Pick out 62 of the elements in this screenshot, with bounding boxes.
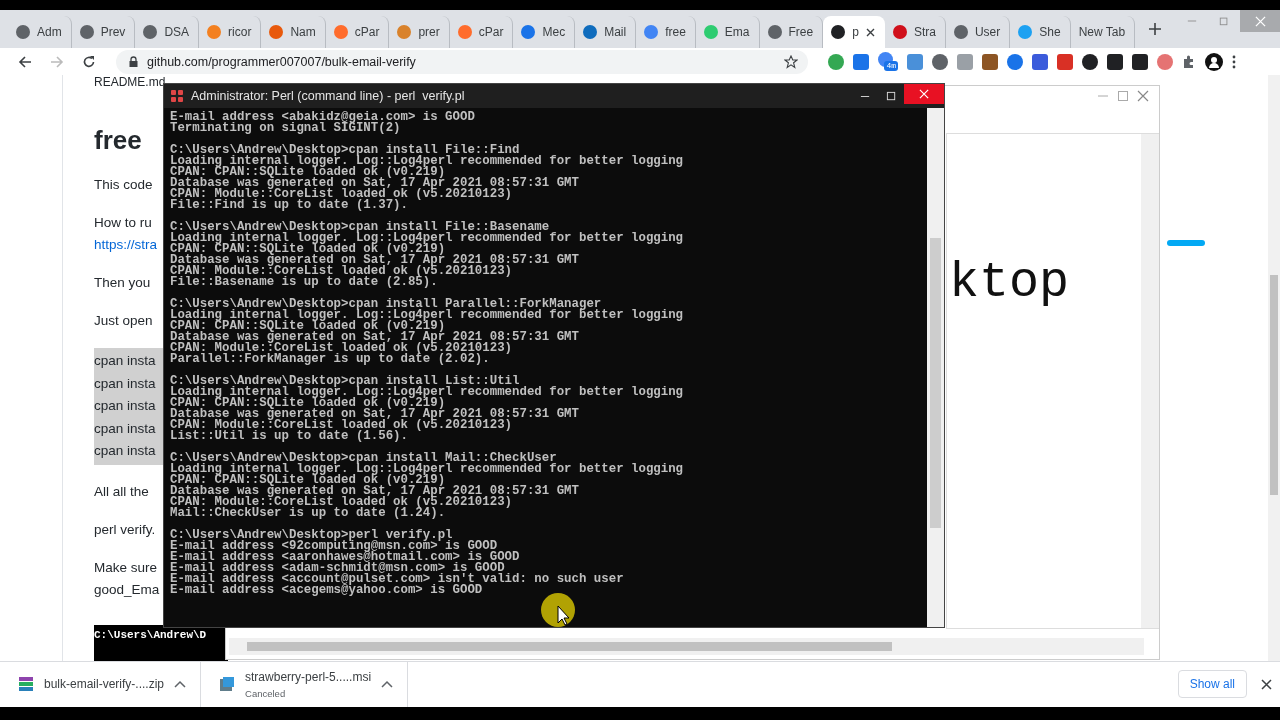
console-line: C:\Users\Andrew\Desktop>perl verify.pl xyxy=(170,530,453,541)
console-line: Database was generated on Sat, 17 Apr 2021 08:57:31 GMT xyxy=(170,486,580,497)
console-line: File::Find is up to date (1.37). xyxy=(170,200,409,211)
paragraph-text: All all the xyxy=(94,482,149,501)
console-line: CPAN: Module::CoreList loaded ok (v5.20210123) xyxy=(170,189,514,200)
link[interactable]: https://stra xyxy=(94,234,158,256)
console-line: CPAN: CPAN::SQLite loaded ok (v0.219) xyxy=(170,167,446,178)
paragraph-text: good_Ema xyxy=(94,580,160,599)
console-line: Database was generated on Sat, 17 Apr 2021 08:57:31 GMT xyxy=(170,409,580,420)
console-line: Loading internal logger. Log::Log4perl recommended for better logging xyxy=(170,387,685,398)
download-name: strawberry-perl-5.....msi xyxy=(245,669,372,684)
console-line: Database was generated on Sat, 17 Apr 2021 08:57:31 GMT xyxy=(170,255,580,266)
window-title: Administrator: Perl (command line) - perl verify.pl xyxy=(191,89,465,103)
console-line: CPAN: CPAN::SQLite loaded ok (v0.219) xyxy=(170,244,446,255)
download-status: Canceled xyxy=(245,687,287,699)
console-line: Database was generated on Sat, 17 Apr 2021 08:57:31 GMT xyxy=(170,332,580,343)
console-line: CPAN: CPAN::SQLite loaded ok (v0.219) xyxy=(170,398,446,409)
console-line: Parallel::ForkManager is up to date (2.02). xyxy=(170,354,490,365)
paragraph-text: perl verify. xyxy=(94,520,156,539)
paragraph-text: Make sure xyxy=(94,558,158,577)
console-line: Loading internal logger. Log::Log4perl recommended for better logging xyxy=(170,156,685,167)
console-line: E-mail address <aaronhawes@hotmail.com> is GOOD xyxy=(170,552,521,563)
paragraph-text: This code xyxy=(94,176,153,194)
console-line: Terminating on signal SIGINT(2) xyxy=(170,123,401,134)
console-line: C:\Users\Andrew\Desktop>cpan install Mail::CheckUser xyxy=(170,453,557,464)
console-line: File::Basename is up to date (2.85). xyxy=(170,277,438,288)
console-line: CPAN: CPAN::SQLite loaded ok (v0.219) xyxy=(170,321,446,332)
console-line: CPAN: Module::CoreList loaded ok (v5.20210123) xyxy=(170,266,514,277)
console-line: Loading internal logger. Log::Log4perl recommended for better logging xyxy=(170,310,685,321)
paragraph-text: Just open xyxy=(94,312,153,330)
download-item[interactable]: strawberry-perl-5.....msi Canceled xyxy=(201,661,409,707)
code-block: cpan insta cpan insta cpan insta cpan insta cpan insta xyxy=(94,348,164,465)
paragraph-text: Then you xyxy=(94,274,151,292)
console-line: E-mail address <abakidz@geia.com> is GOOD xyxy=(170,112,476,123)
paragraph-text: How to ru xyxy=(94,214,152,232)
console-line: CPAN: Module::CoreList loaded ok (v5.20210123) xyxy=(170,420,514,431)
console-line: C:\Users\Andrew\Desktop>cpan install Parallel::ForkManager xyxy=(170,299,602,310)
console-line: List::Util is up to date (1.56). xyxy=(170,431,409,442)
readme-heading: free xyxy=(94,125,142,156)
large-heading-text: ktop xyxy=(949,254,1070,311)
download-name: bulk-email-verify-....zip xyxy=(44,677,165,691)
console-line: E-mail address <account@pulset.com> isn't valid: no such user xyxy=(170,574,625,585)
console-line: E-mail address <92computing@msn.com> is GOOD xyxy=(170,541,498,552)
console-line: E-mail address <acegems@yahoo.com> is GOOD xyxy=(170,585,484,596)
console-line: C:\Users\Andrew\Desktop>cpan install File::Basename xyxy=(170,222,550,233)
show-all-button[interactable]: Show all xyxy=(1177,670,1247,698)
console-line: Loading internal logger. Log::Log4perl recommended for better logging xyxy=(170,233,685,244)
console-line: C:\Users\Andrew\Desktop>cpan install List::Util xyxy=(170,376,520,387)
browser-tab[interactable]: p xyxy=(823,16,885,48)
console-line: E-mail address <adam-schmidt@msn.com> is GOOD xyxy=(170,563,505,574)
console-line: CPAN: CPAN::SQLite loaded ok (v0.219) xyxy=(170,475,446,486)
console-line: CPAN: Module::CoreList loaded ok (v5.20210123) xyxy=(170,343,514,354)
download-item[interactable]: bulk-email-verify-....zip xyxy=(0,661,202,707)
console-line: CPAN: Module::CoreList loaded ok (v5.20210123) xyxy=(170,497,514,508)
terminal-snippet: C:\Users\Andrew\D xyxy=(94,624,228,661)
console-line: C:\Users\Andrew\Desktop>cpan install File::Find xyxy=(170,145,520,156)
console-line: Database was generated on Sat, 17 Apr 2021 08:57:31 GMT xyxy=(170,178,580,189)
extension-badge: 4m xyxy=(884,61,898,71)
console-line: Mail::CheckUser is up to date (1.24). xyxy=(170,508,446,519)
file-label: README.md xyxy=(94,75,166,89)
console-line: Loading internal logger. Log::Log4perl recommended for better logging xyxy=(170,464,685,475)
address-bar[interactable]: github.com/programmer007007/bulk-email-verify xyxy=(116,49,808,74)
